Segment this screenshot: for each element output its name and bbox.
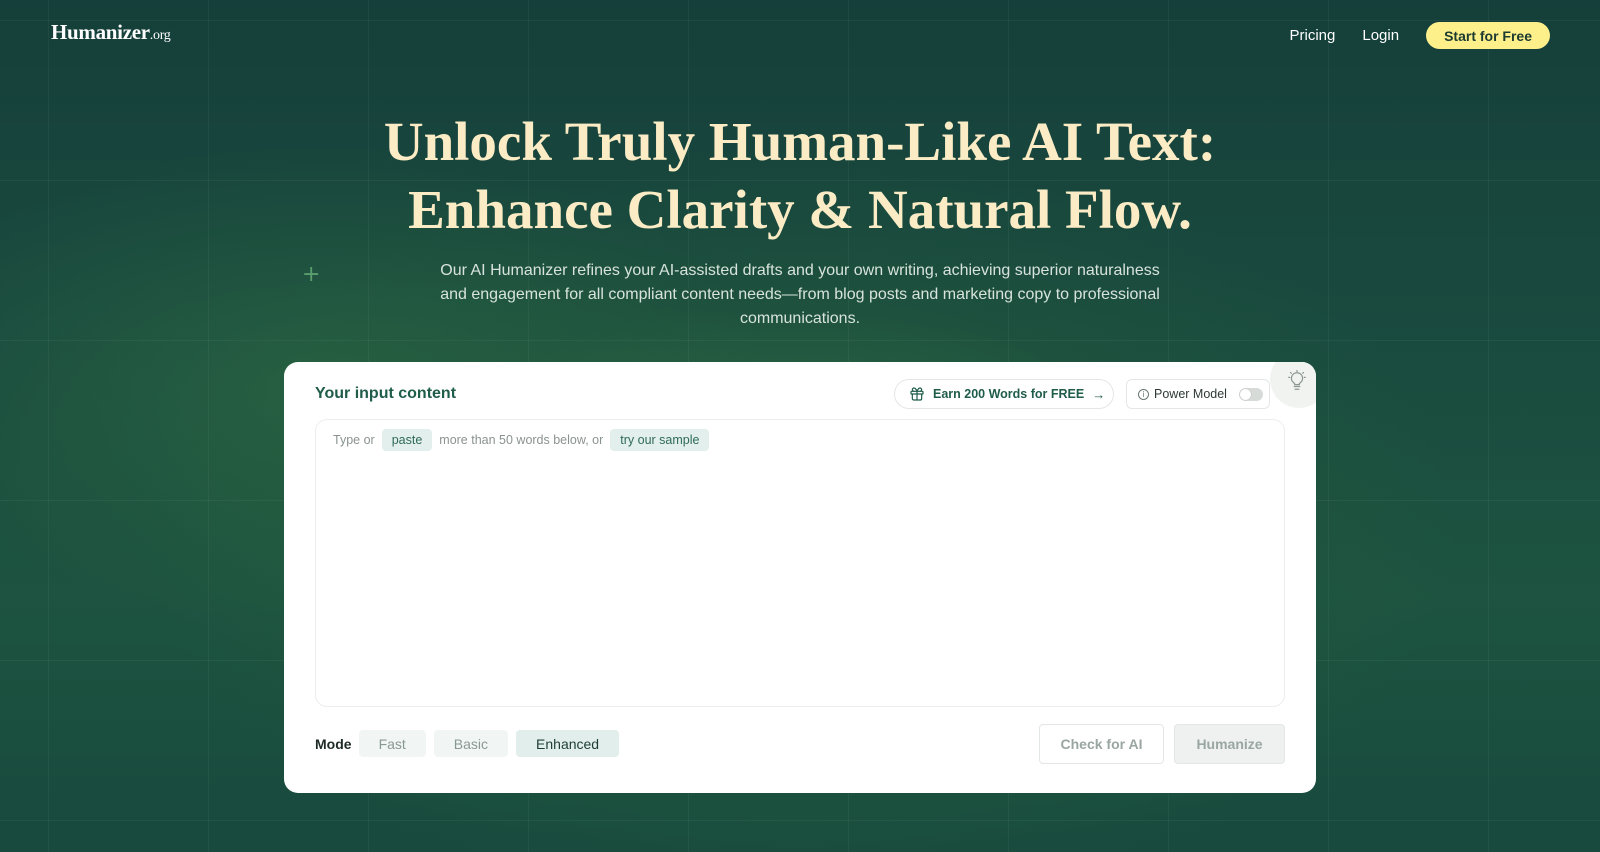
plus-decoration-icon: + — [302, 262, 321, 287]
paste-chip[interactable]: paste — [381, 429, 433, 451]
input-content-label: Your input content — [315, 385, 457, 402]
site-header: Humanizer.org Pricing Login Start for Fr… — [0, 0, 1600, 70]
logo[interactable]: Humanizer.org — [51, 20, 171, 45]
nav-pricing-link[interactable]: Pricing — [1290, 27, 1336, 44]
info-icon[interactable]: i — [1138, 388, 1149, 400]
earn-words-label: Earn 200 Words for FREE — [933, 387, 1085, 401]
input-placeholder: Type or paste more than 50 words below, … — [333, 429, 716, 451]
mode-selector: Mode Fast Basic Enhanced — [315, 730, 627, 757]
power-model-toggle[interactable] — [1238, 387, 1263, 401]
mode-enhanced-button[interactable]: Enhanced — [516, 730, 620, 757]
hero-subtitle-line-3: communications. — [739, 310, 861, 327]
main-nav: Pricing Login Start for Free — [1290, 22, 1550, 49]
power-model-control: i Power Model — [1126, 379, 1270, 409]
logo-tld: .org — [149, 28, 171, 43]
hero-title-line-2: Enhance Clarity & Natural Flow. — [408, 179, 1192, 240]
power-model-label: Power Model — [1154, 387, 1227, 401]
gift-icon — [910, 387, 924, 401]
lightbulb-icon[interactable] — [1286, 370, 1308, 392]
earn-words-button[interactable]: Earn 200 Words for FREE → — [894, 379, 1114, 409]
nav-login-link[interactable]: Login — [1362, 27, 1399, 44]
mode-basic-button[interactable]: Basic — [433, 730, 509, 757]
arrow-right-icon: → — [1092, 386, 1106, 402]
hero-title: Unlock Truly Human-Like AI Text: Enhance… — [0, 108, 1600, 244]
humanize-button[interactable]: Humanize — [1174, 724, 1285, 764]
humanizer-card: Your input content Earn 200 Words for FR… — [284, 362, 1316, 793]
mode-label: Mode — [315, 735, 352, 752]
input-text-area[interactable]: Type or paste more than 50 words below, … — [315, 419, 1285, 707]
placeholder-text-2: more than 50 words below, or — [439, 433, 604, 447]
hero-subtitle: Our AI Humanizer refines your AI-assiste… — [420, 259, 1180, 331]
hero-subtitle-line-1: Our AI Humanizer refines your AI-assiste… — [440, 262, 1160, 279]
start-for-free-button[interactable]: Start for Free — [1426, 22, 1550, 49]
try-sample-chip[interactable]: try our sample — [610, 429, 710, 451]
placeholder-text-1: Type or — [333, 433, 375, 447]
logo-main: Humanizer — [51, 20, 150, 44]
mode-fast-button[interactable]: Fast — [358, 730, 426, 757]
hero-subtitle-line-2: and engagement for all compliant content… — [440, 286, 1160, 303]
hero-title-line-1: Unlock Truly Human-Like AI Text: — [383, 111, 1217, 172]
check-for-ai-button[interactable]: Check for AI — [1039, 724, 1164, 764]
